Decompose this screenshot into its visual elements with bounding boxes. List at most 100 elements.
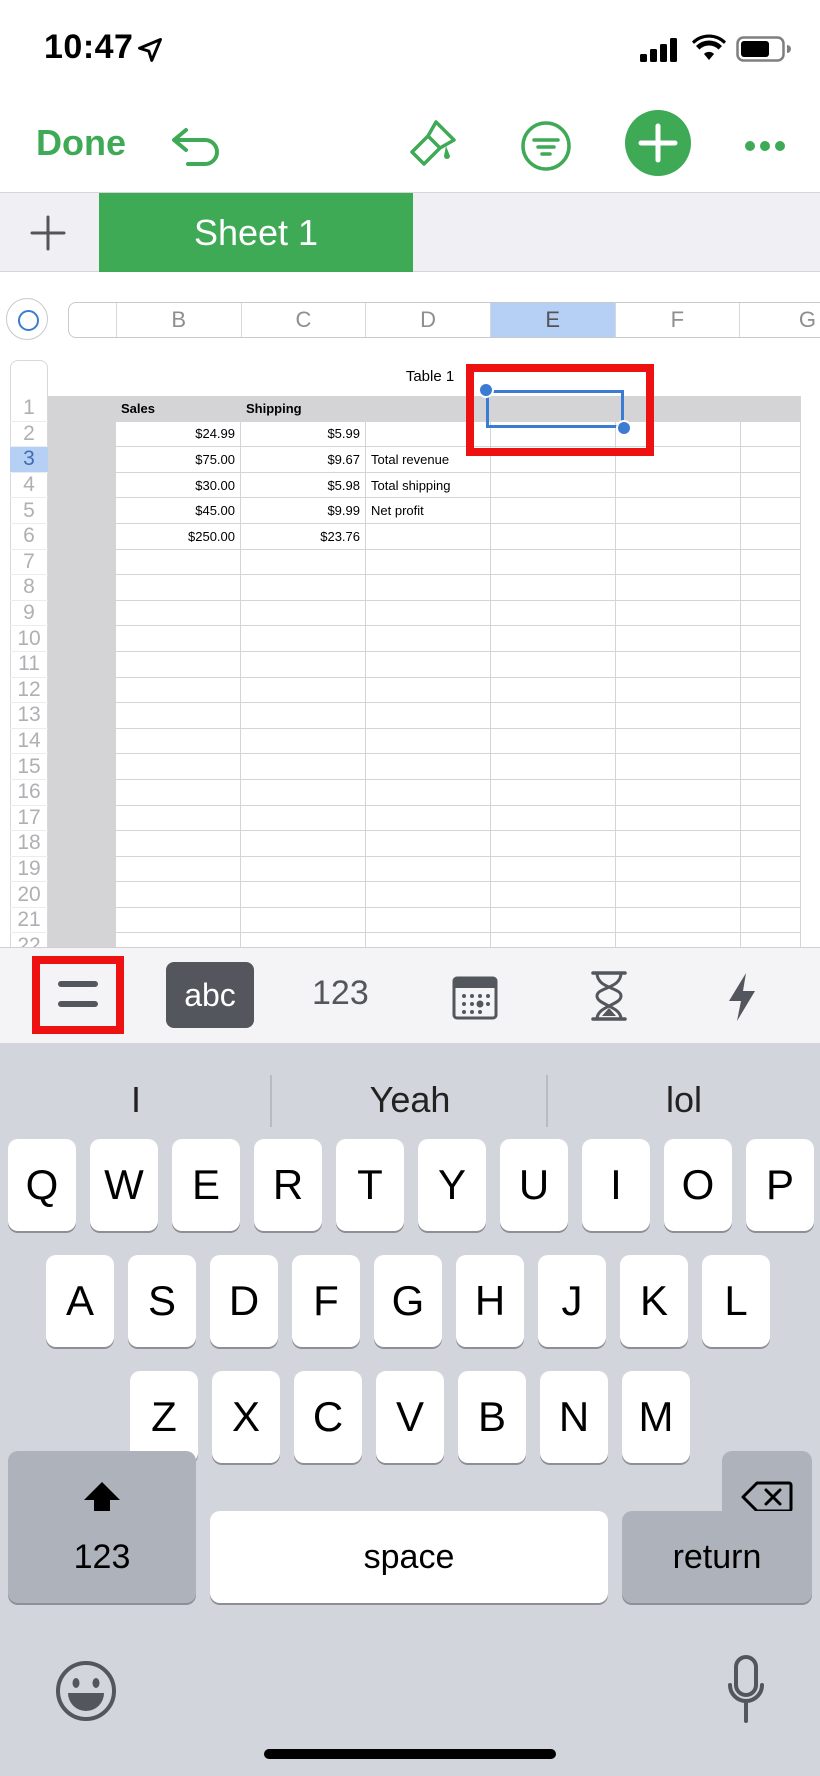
table-cell[interactable] (741, 523, 801, 550)
table-cell[interactable] (616, 523, 741, 550)
table-cell[interactable] (616, 575, 741, 601)
table-cell[interactable]: Shipping (241, 396, 366, 422)
table-cell[interactable] (241, 831, 366, 857)
table-cell[interactable] (616, 805, 741, 832)
row-number[interactable]: 15 (10, 754, 48, 780)
table-cell[interactable] (116, 626, 241, 652)
table-cell[interactable] (48, 805, 116, 832)
table-cell[interactable]: $9.67 (241, 447, 366, 473)
table-cell[interactable] (491, 651, 616, 678)
key-j[interactable]: J (538, 1255, 606, 1347)
key-n[interactable]: N (540, 1371, 608, 1463)
table-cell[interactable] (48, 831, 116, 857)
key-l[interactable]: L (702, 1255, 770, 1347)
table-cell[interactable] (48, 575, 116, 601)
table-cell[interactable]: Net profit (366, 498, 491, 524)
table-cell[interactable] (116, 779, 241, 806)
table-cell[interactable] (241, 856, 366, 883)
table-cell[interactable] (616, 779, 741, 806)
table-cell[interactable] (741, 831, 801, 857)
table-cell[interactable] (491, 498, 616, 524)
select-table-button[interactable] (6, 298, 48, 340)
table-cell[interactable] (241, 703, 366, 729)
table-cell[interactable] (116, 575, 241, 601)
table-cell[interactable] (616, 907, 741, 934)
add-sheet-icon[interactable] (28, 213, 68, 253)
table-cell[interactable] (741, 805, 801, 832)
table-cell[interactable]: $9.99 (241, 498, 366, 524)
undo-icon[interactable] (170, 124, 224, 168)
table-cell[interactable] (48, 754, 116, 780)
table-cell[interactable] (616, 703, 741, 729)
row-number[interactable]: 10 (10, 626, 48, 652)
table-cell[interactable] (491, 549, 616, 576)
table-cell[interactable] (366, 523, 491, 550)
table-cell[interactable]: $45.00 (116, 498, 241, 524)
table-cell[interactable] (366, 677, 491, 704)
table-cell[interactable] (491, 523, 616, 550)
suggestion-3[interactable]: lol (548, 1079, 820, 1121)
table-cell[interactable] (616, 856, 741, 883)
row-number[interactable]: 11 (10, 652, 48, 678)
table-title[interactable]: Table 1 (380, 368, 480, 385)
done-button[interactable]: Done (36, 122, 126, 164)
table-cell[interactable] (741, 447, 801, 473)
table-cell[interactable] (48, 907, 116, 934)
date-time-icon[interactable] (452, 974, 498, 1020)
table-cell[interactable] (116, 600, 241, 627)
table-cell[interactable] (366, 728, 491, 755)
table-cell[interactable]: $5.98 (241, 472, 366, 499)
table-cell[interactable] (241, 728, 366, 755)
table-cell[interactable]: $75.00 (116, 447, 241, 473)
table-cell[interactable] (241, 933, 366, 947)
microphone-icon[interactable] (728, 1655, 764, 1725)
table-cell[interactable] (241, 882, 366, 908)
table-cell[interactable] (48, 421, 116, 448)
table-cell[interactable] (366, 575, 491, 601)
table-cell[interactable] (741, 754, 801, 780)
table-cell[interactable] (616, 831, 741, 857)
table-cell[interactable] (616, 549, 741, 576)
table-cell[interactable] (491, 754, 616, 780)
table-cell[interactable] (491, 626, 616, 652)
table-cell[interactable] (741, 575, 801, 601)
key-x[interactable]: X (212, 1371, 280, 1463)
table-cell[interactable] (241, 651, 366, 678)
key-w[interactable]: W (90, 1139, 158, 1231)
table-cell[interactable] (48, 472, 116, 499)
table-cell[interactable] (116, 933, 241, 947)
table-cell[interactable] (241, 754, 366, 780)
key-y[interactable]: Y (418, 1139, 486, 1231)
table-cell[interactable] (616, 728, 741, 755)
table-cell[interactable] (616, 600, 741, 627)
column-header-f[interactable]: F (616, 303, 741, 337)
formula-lightning-icon[interactable] (726, 972, 758, 1022)
table-cell[interactable] (241, 907, 366, 934)
key-f[interactable]: F (292, 1255, 360, 1347)
table-cell[interactable] (116, 754, 241, 780)
table-cell[interactable] (741, 882, 801, 908)
table-cell[interactable] (491, 472, 616, 499)
table-cell[interactable]: $5.99 (241, 421, 366, 448)
table-cell[interactable] (491, 575, 616, 601)
key-i[interactable]: I (582, 1139, 650, 1231)
table-cell[interactable] (491, 779, 616, 806)
row-number[interactable]: 7 (10, 550, 48, 576)
emoji-icon[interactable] (54, 1659, 118, 1723)
add-button[interactable] (625, 110, 691, 176)
cell-selection[interactable] (478, 382, 632, 436)
row-number[interactable]: 3 (10, 447, 48, 473)
row-number[interactable]: 4 (10, 473, 48, 499)
table-cell[interactable] (241, 600, 366, 627)
column-header-b[interactable]: B (117, 303, 242, 337)
key-t[interactable]: T (336, 1139, 404, 1231)
table-cell[interactable] (741, 626, 801, 652)
table-cell[interactable] (741, 933, 801, 947)
table-cell[interactable] (48, 600, 116, 627)
table-cell[interactable] (241, 677, 366, 704)
table-cell[interactable] (616, 498, 741, 524)
table-cell[interactable] (366, 831, 491, 857)
key-c[interactable]: C (294, 1371, 362, 1463)
table-cell[interactable] (116, 805, 241, 832)
table-cell[interactable] (366, 779, 491, 806)
